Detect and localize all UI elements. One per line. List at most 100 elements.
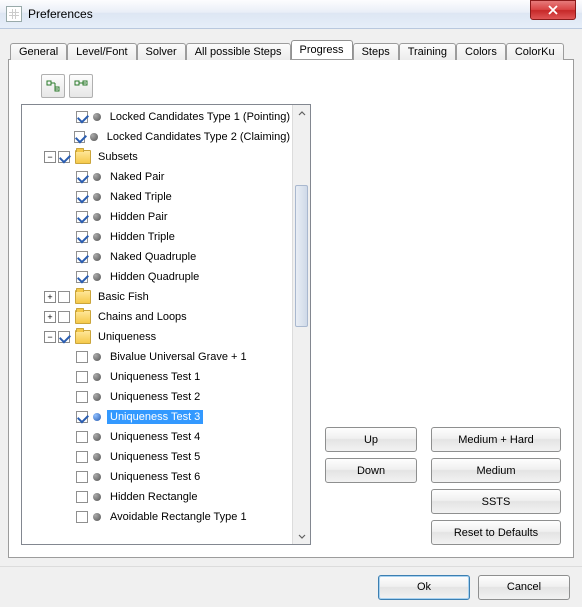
medium-button[interactable]: Medium [431, 458, 561, 483]
folder-icon [75, 150, 91, 164]
tree-row[interactable]: Hidden Pair [26, 207, 293, 227]
vertical-scrollbar[interactable] [292, 105, 310, 544]
checkbox[interactable] [76, 351, 88, 363]
ssts-button[interactable]: SSTS [431, 489, 561, 514]
collapse-all-button[interactable] [69, 74, 93, 98]
item-bullet-icon [93, 453, 101, 461]
checkbox[interactable] [76, 191, 88, 203]
tree-row[interactable]: Naked Triple [26, 187, 293, 207]
tree-item-label: Locked Candidates Type 1 (Pointing) [107, 110, 293, 124]
tree-row[interactable]: Uniqueness Test 4 [26, 427, 293, 447]
tab-training[interactable]: Training [399, 43, 456, 60]
titlebar: Preferences [0, 0, 582, 29]
down-button[interactable]: Down [325, 458, 417, 483]
checkbox[interactable] [76, 111, 88, 123]
tab-general[interactable]: General [10, 43, 67, 60]
tree-row[interactable]: Naked Quadruple [26, 247, 293, 267]
scroll-down-arrow[interactable] [293, 527, 310, 544]
tree-view[interactable]: Locked Candidates Type 1 (Pointing) Locke… [22, 105, 293, 544]
tree-row[interactable]: Uniqueness Test 2 [26, 387, 293, 407]
tree-row[interactable]: Locked Candidates Type 1 (Pointing) [26, 107, 293, 127]
tree-item-label: Bivalue Universal Grave + 1 [107, 350, 250, 364]
item-bullet-icon [93, 113, 101, 121]
tree-row[interactable]: Avoidable Rectangle Type 1 [26, 507, 293, 527]
tab-level-font[interactable]: Level/Font [67, 43, 136, 60]
tree-item-label: Uniqueness Test 2 [107, 390, 203, 404]
tree-item-label: Hidden Rectangle [107, 490, 200, 504]
tree-item-label: Hidden Quadruple [107, 270, 202, 284]
item-bullet-icon [93, 393, 101, 401]
checkbox[interactable] [76, 211, 88, 223]
tree-row[interactable]: − Subsets [26, 147, 293, 167]
tree-item-label: Hidden Triple [107, 230, 178, 244]
expander-minus-icon[interactable]: − [44, 151, 56, 163]
checkbox[interactable] [76, 511, 88, 523]
checkbox[interactable] [76, 491, 88, 503]
expand-tree-icon [46, 79, 60, 93]
chevron-up-icon [298, 110, 306, 118]
tree-row[interactable]: −Uniqueness [26, 327, 293, 347]
item-bullet-icon [93, 493, 101, 501]
tree-row[interactable]: Naked Pair [26, 167, 293, 187]
tab-steps[interactable]: Steps [353, 43, 399, 60]
expander-minus-icon[interactable]: − [44, 331, 56, 343]
folder-icon [75, 290, 91, 304]
tree-row[interactable]: Uniqueness Test 6 [26, 467, 293, 487]
tree-row[interactable]: Hidden Triple [26, 227, 293, 247]
tree-item-label: Subsets [95, 150, 141, 164]
tab-colorku[interactable]: ColorKu [506, 43, 564, 60]
scrollbar-thumb[interactable] [295, 185, 308, 327]
tree-row[interactable]: Locked Candidates Type 2 (Claiming) [26, 127, 293, 147]
panel-body: Locked Candidates Type 1 (Pointing) Locke… [21, 104, 561, 545]
tree-row[interactable]: +Chains and Loops [26, 307, 293, 327]
expander-plus-icon[interactable]: + [44, 291, 56, 303]
scroll-up-arrow[interactable] [293, 105, 310, 122]
reset-defaults-button[interactable]: Reset to Defaults [431, 520, 561, 545]
folder-icon [75, 310, 91, 324]
tab-colors[interactable]: Colors [456, 43, 506, 60]
item-bullet-icon [93, 173, 101, 181]
cancel-button[interactable]: Cancel [478, 575, 570, 600]
tab-all-possible-steps[interactable]: All possible Steps [186, 43, 291, 60]
checkbox[interactable] [58, 311, 70, 323]
client-area: GeneralLevel/FontSolverAll possible Step… [0, 29, 582, 566]
checkbox[interactable] [76, 431, 88, 443]
tree-item-label: Locked Candidates Type 2 (Claiming) [104, 130, 293, 144]
ok-button[interactable]: Ok [378, 575, 470, 600]
tree-row[interactable]: Uniqueness Test 3 [26, 407, 293, 427]
tab-progress[interactable]: Progress [291, 40, 353, 59]
expander-plus-icon[interactable]: + [44, 311, 56, 323]
tree-row[interactable]: Uniqueness Test 1 [26, 367, 293, 387]
tree-row[interactable]: Hidden Quadruple [26, 267, 293, 287]
checkbox[interactable] [76, 271, 88, 283]
up-button[interactable]: Up [325, 427, 417, 452]
checkbox[interactable] [76, 391, 88, 403]
tree-item-label: Naked Pair [107, 170, 167, 184]
expand-all-button[interactable] [41, 74, 65, 98]
medium-hard-button[interactable]: Medium + Hard [431, 427, 561, 452]
checkbox[interactable] [76, 371, 88, 383]
close-button[interactable] [530, 0, 576, 20]
item-bullet-icon [93, 253, 101, 261]
tab-solver[interactable]: Solver [137, 43, 186, 60]
checkbox[interactable] [76, 451, 88, 463]
checkbox[interactable] [58, 291, 70, 303]
item-bullet-icon [93, 513, 101, 521]
tree-item-label: Uniqueness Test 6 [107, 470, 203, 484]
checkbox[interactable] [76, 231, 88, 243]
item-bullet-icon [93, 273, 101, 281]
checkbox[interactable] [58, 151, 70, 163]
tree-row[interactable]: Bivalue Universal Grave + 1 [26, 347, 293, 367]
checkbox[interactable] [76, 251, 88, 263]
tree-item-label: Basic Fish [95, 290, 152, 304]
tree-row[interactable]: Hidden Rectangle [26, 487, 293, 507]
checkbox[interactable] [74, 131, 86, 143]
checkbox[interactable] [76, 411, 88, 423]
tree-row[interactable]: + Basic Fish [26, 287, 293, 307]
item-bullet-icon [90, 133, 98, 141]
checkbox[interactable] [76, 471, 88, 483]
checkbox[interactable] [58, 331, 70, 343]
tree-row[interactable]: Uniqueness Test 5 [26, 447, 293, 467]
checkbox[interactable] [76, 171, 88, 183]
window-title: Preferences [28, 7, 578, 21]
